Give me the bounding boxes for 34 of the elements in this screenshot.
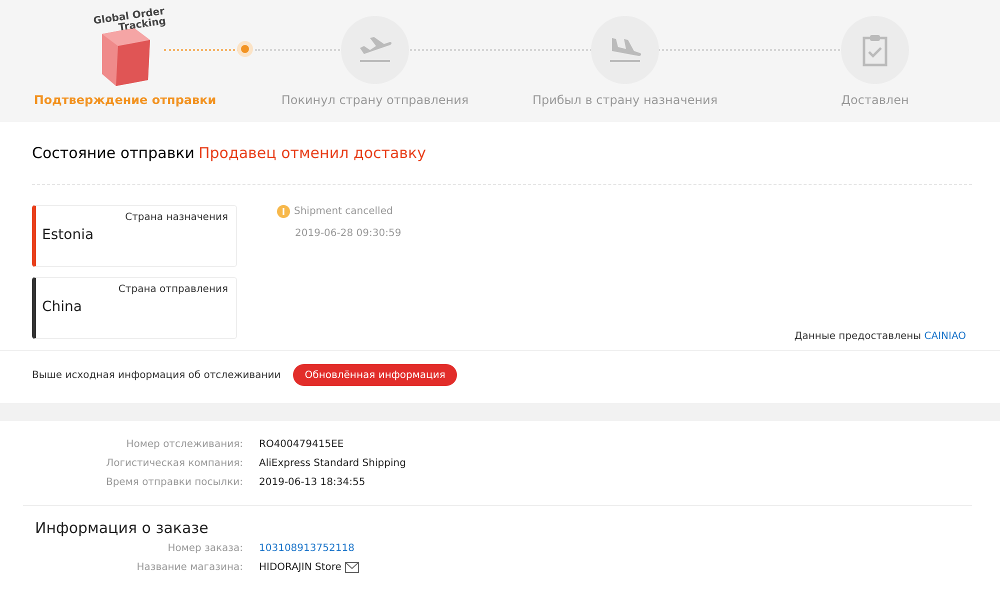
country-name: Estonia (42, 227, 95, 243)
alert-icon (277, 205, 290, 218)
step-label: Прибыл в страну назначения (532, 93, 718, 107)
clipboard-check-icon (862, 33, 888, 67)
status-label: Состояние отправки (32, 144, 194, 162)
country-caption: Страна назначения (124, 212, 228, 223)
field-value: 2019-06-13 18:34:55 (259, 477, 366, 488)
order-title: Информация о заказе (34, 518, 210, 537)
logo-text: Global Order Tracking (92, 7, 167, 36)
provider-text: Данные предоставлены CAINIAO (794, 331, 966, 342)
step-label: Покинул страну отправления (281, 93, 469, 107)
provider-link[interactable]: CAINIAO (924, 331, 966, 342)
field-label: Номер заказа: (166, 543, 243, 554)
field-label: Логистическая компания: (105, 458, 243, 469)
airplane-takeoff-icon (358, 36, 392, 64)
country-name: China (42, 299, 83, 315)
field-label: Время отправки посылки: (104, 477, 243, 488)
updated-info-button[interactable]: Обновлённая информация (292, 364, 458, 386)
airplane-landing-icon (608, 36, 642, 64)
event-text: Shipment cancelled (294, 206, 393, 217)
field-label: Номер отслеживания: (125, 439, 243, 450)
field-value: RO400479415EE (259, 439, 345, 450)
step-label: Доставлен (841, 93, 909, 107)
order-number-link[interactable]: 103108913752118 (259, 543, 354, 554)
country-caption: Страна отправления (117, 284, 228, 295)
field-label: Название магазина: (136, 562, 243, 573)
store-name: HIDORAJIN Store (259, 562, 342, 573)
status-value: Продавец отменил доставку (198, 144, 426, 162)
event-time: 2019-06-28 09:30:59 (295, 228, 402, 239)
envelope-icon[interactable] (345, 562, 360, 573)
step-label: Подтверждение отправки (34, 93, 216, 107)
field-value: AliExpress Standard Shipping (259, 458, 407, 469)
original-info-text: Выше исходная информация об отслеживании (32, 370, 281, 380)
progress-marker (237, 41, 253, 57)
